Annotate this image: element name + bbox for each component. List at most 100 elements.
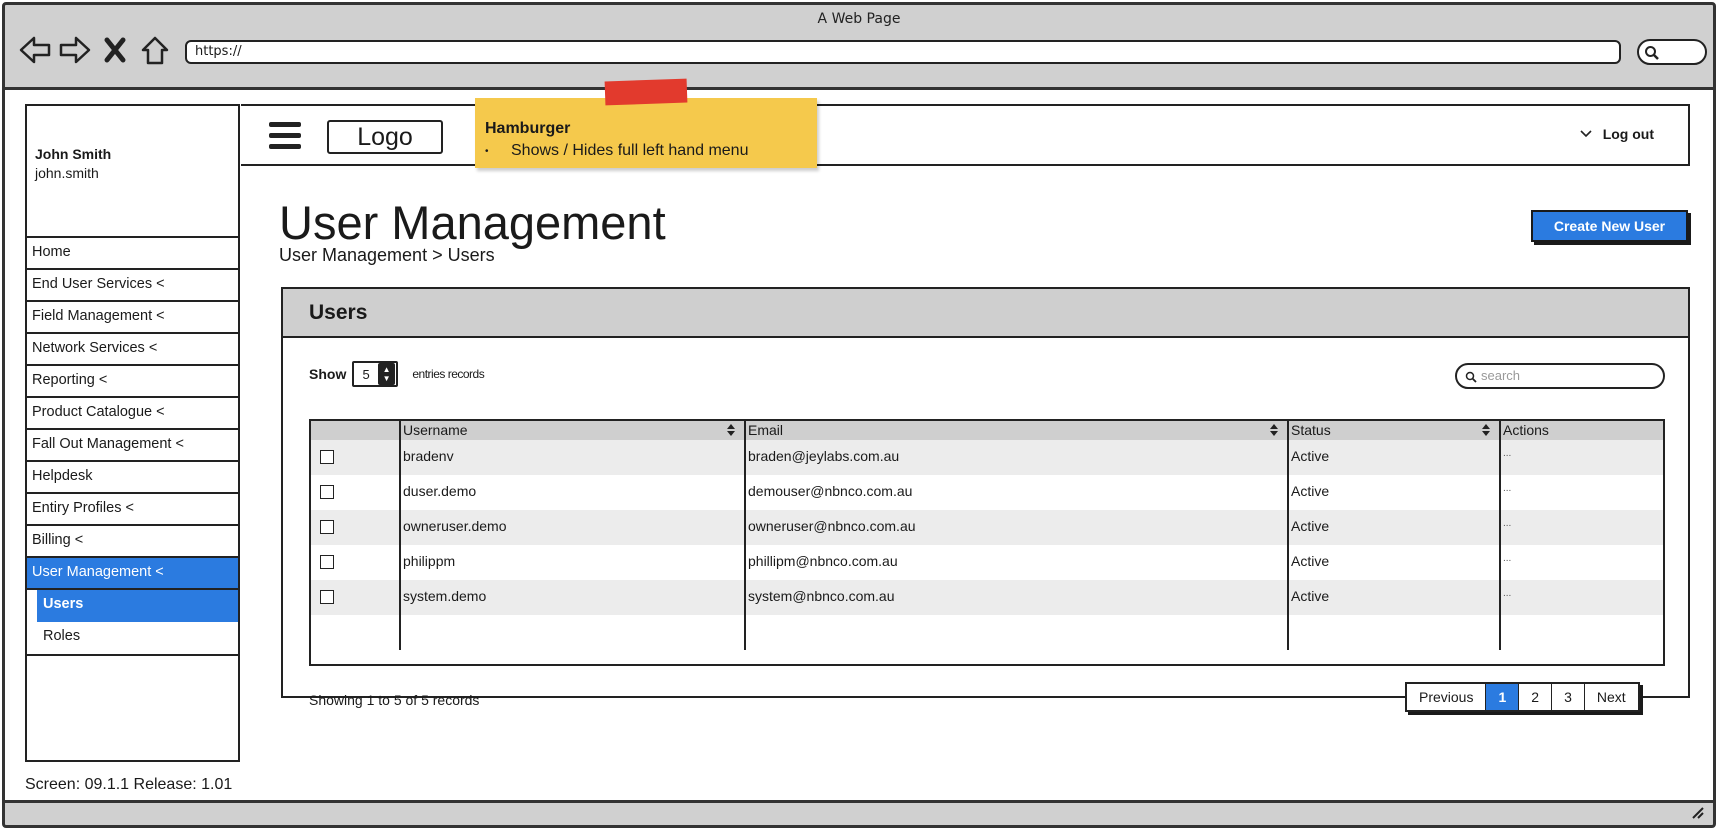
- sticky-note: Hamburger Shows / Hides full left hand m…: [475, 78, 817, 168]
- page-size-stepper[interactable]: 5 ▲ ▼: [352, 361, 399, 387]
- table-row[interactable]: bradenv braden@jeylabs.com.au Active ...: [311, 440, 1663, 475]
- cell-email: demouser@nbnco.com.au: [746, 475, 1289, 510]
- page-size-value: 5: [362, 366, 370, 382]
- stepper-arrows-icon[interactable]: ▲ ▼: [377, 363, 396, 385]
- row-actions-menu[interactable]: ...: [1501, 440, 1663, 475]
- sidebar-item-entiry-profiles[interactable]: Entiry Profiles <: [27, 494, 238, 526]
- home-button[interactable]: [137, 33, 173, 67]
- sidebar-item-home[interactable]: Home: [27, 238, 238, 270]
- search-input[interactable]: search: [1455, 363, 1665, 389]
- users-table: Username Email Status Actions bradenv br…: [309, 419, 1665, 666]
- sidebar-item-network-services[interactable]: Network Services <: [27, 334, 238, 366]
- page-size-control: Show 5 ▲ ▼ entries records: [309, 361, 485, 387]
- cell-empty: [311, 615, 401, 650]
- cell-empty: [1501, 615, 1663, 650]
- logo[interactable]: Logo: [327, 120, 443, 154]
- table-row-empty: [311, 615, 1663, 650]
- column-header-label: Status: [1291, 422, 1331, 438]
- tape-decoration: [604, 78, 688, 106]
- cell-empty: [401, 615, 746, 650]
- records-label: entries records: [412, 367, 485, 381]
- cell-status: Active: [1289, 440, 1501, 475]
- address-bar[interactable]: https://: [185, 40, 1621, 64]
- search-placeholder: search: [1481, 368, 1521, 383]
- cell-username: system.demo: [401, 580, 746, 615]
- row-actions-menu[interactable]: ...: [1501, 580, 1663, 615]
- arrow-left-icon: [19, 36, 51, 64]
- table-row[interactable]: duser.demo demouser@nbnco.com.au Active …: [311, 475, 1663, 510]
- stop-button[interactable]: [97, 33, 133, 67]
- row-checkbox[interactable]: [320, 590, 334, 604]
- sidebar-item-end-user-services[interactable]: End User Services <: [27, 270, 238, 302]
- cell-empty: [746, 615, 1289, 650]
- sidebar-subitem-roles[interactable]: Roles: [27, 622, 238, 654]
- resize-grip-icon[interactable]: [1689, 807, 1705, 819]
- screen-info: Screen: 09.1.1 Release: 1.01: [25, 776, 233, 793]
- sidebar-subitem-users[interactable]: Users: [37, 590, 238, 622]
- pagination-page-1[interactable]: 1: [1486, 684, 1520, 710]
- column-header-username[interactable]: Username: [401, 421, 746, 440]
- pagination-previous[interactable]: Previous: [1407, 684, 1487, 710]
- table-row[interactable]: philippm phillipm@nbnco.com.au Active ..…: [311, 545, 1663, 580]
- sort-icon[interactable]: [1269, 423, 1279, 437]
- sidebar-item-fall-out-management[interactable]: Fall Out Management <: [27, 430, 238, 462]
- cell-select: [311, 510, 401, 545]
- show-label: Show: [309, 366, 347, 382]
- cell-status: Active: [1289, 475, 1501, 510]
- sidebar-item-reporting[interactable]: Reporting <: [27, 366, 238, 398]
- hamburger-menu-icon[interactable]: [269, 122, 301, 150]
- browser-title: A Web Page: [817, 11, 901, 27]
- pagination-next[interactable]: Next: [1585, 684, 1638, 710]
- row-checkbox[interactable]: [320, 520, 334, 534]
- sidebar-item-field-management[interactable]: Field Management <: [27, 302, 238, 334]
- column-header-status[interactable]: Status: [1289, 421, 1501, 440]
- cell-select: [311, 440, 401, 475]
- cell-username: duser.demo: [401, 475, 746, 510]
- cell-username: bradenv: [401, 440, 746, 475]
- create-new-user-button[interactable]: Create New User: [1531, 210, 1688, 242]
- pagination-page-2[interactable]: 2: [1519, 684, 1553, 710]
- pagination-page-3[interactable]: 3: [1552, 684, 1585, 710]
- sort-icon[interactable]: [726, 423, 736, 437]
- row-actions-menu[interactable]: ...: [1501, 510, 1663, 545]
- search-icon: [1465, 371, 1477, 383]
- sidebar-item-billing[interactable]: Billing <: [27, 526, 238, 558]
- pagination: Previous 1 2 3 Next: [1405, 682, 1640, 712]
- back-button[interactable]: [17, 33, 53, 67]
- cell-email: braden@jeylabs.com.au: [746, 440, 1289, 475]
- cell-select: [311, 580, 401, 615]
- browser-search-field[interactable]: [1637, 39, 1707, 65]
- cell-username: philippm: [401, 545, 746, 580]
- sidebar-item-user-management[interactable]: User Management <: [27, 558, 238, 590]
- table-row[interactable]: system.demo system@nbnco.com.au Active .…: [311, 580, 1663, 615]
- breadcrumb: User Management > Users: [279, 245, 495, 265]
- cell-username: owneruser.demo: [401, 510, 746, 545]
- top-header: Logo Hamburger Shows / Hides full left h…: [241, 78, 1690, 168]
- logout-button[interactable]: Log out: [1579, 126, 1654, 142]
- close-icon: [104, 37, 126, 63]
- table-header: Username Email Status Actions: [311, 421, 1663, 440]
- row-actions-menu[interactable]: ...: [1501, 475, 1663, 510]
- row-checkbox[interactable]: [320, 555, 334, 569]
- cell-status: Active: [1289, 510, 1501, 545]
- cell-status: Active: [1289, 580, 1501, 615]
- cell-status: Active: [1289, 545, 1501, 580]
- row-checkbox[interactable]: [320, 450, 334, 464]
- column-header-label: Email: [748, 422, 784, 438]
- sticky-note-bullet: Shows / Hides full left hand menu: [485, 142, 807, 160]
- row-checkbox[interactable]: [320, 485, 334, 499]
- chevron-down-icon: [1580, 130, 1592, 138]
- cell-select: [311, 475, 401, 510]
- page-viewport: John Smith john.smith Home End User Serv…: [5, 78, 1713, 803]
- column-header-email[interactable]: Email: [746, 421, 1289, 440]
- row-actions-menu[interactable]: ...: [1501, 545, 1663, 580]
- sort-icon[interactable]: [1481, 423, 1491, 437]
- sidebar-item-product-catalogue[interactable]: Product Catalogue <: [27, 398, 238, 430]
- cell-empty: [1289, 615, 1501, 650]
- sidebar-item-helpdesk[interactable]: Helpdesk: [27, 462, 238, 494]
- column-header-select: [311, 421, 401, 440]
- page-title: User Management: [279, 196, 666, 249]
- forward-button[interactable]: [57, 33, 93, 67]
- table-row[interactable]: owneruser.demo owneruser@nbnco.com.au Ac…: [311, 510, 1663, 545]
- arrow-right-icon: [59, 36, 91, 64]
